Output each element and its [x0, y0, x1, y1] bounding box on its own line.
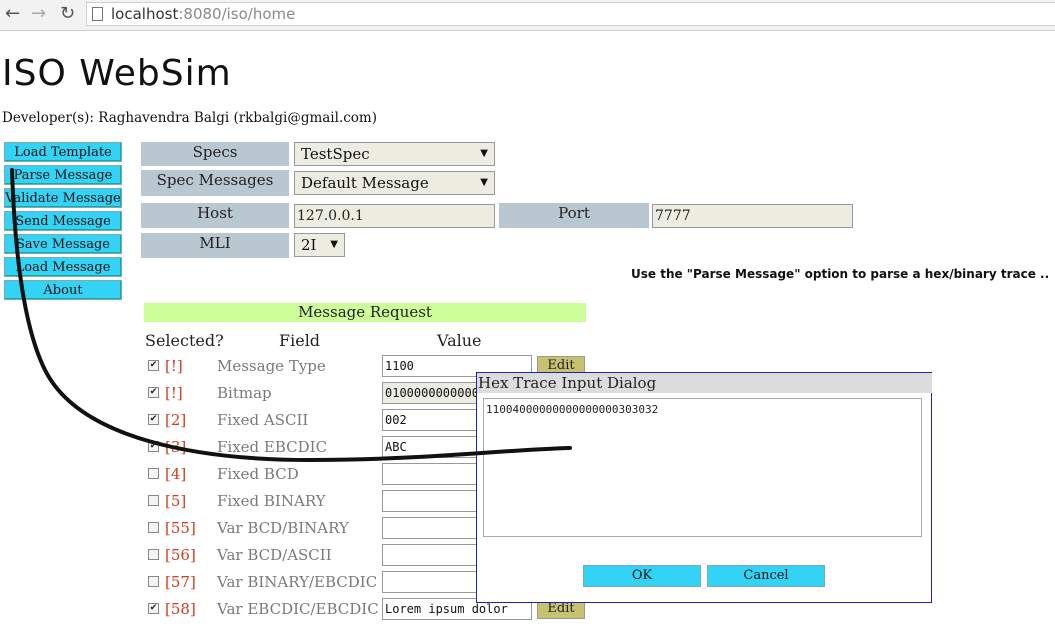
field-id-link[interactable]: [57]: [165, 573, 196, 591]
specs-select[interactable]: TestSpec ▼: [294, 142, 495, 166]
specs-label: Specs: [141, 142, 289, 166]
port-input[interactable]: 7777: [652, 204, 853, 228]
load-template-button[interactable]: Load Template: [4, 142, 122, 162]
dropdown-arrow-icon: ▼: [480, 148, 488, 159]
field-id-link[interactable]: [5]: [165, 492, 186, 510]
validate-message-button[interactable]: Validate Message: [4, 188, 122, 208]
browser-toolbar: ← → ↻ localhost:8080/iso/home: [0, 0, 1055, 31]
field-id-link[interactable]: [3]: [165, 438, 186, 456]
page-icon: [92, 7, 103, 21]
dropdown-arrow-icon: ▼: [480, 177, 488, 188]
parse-message-button[interactable]: Parse Message: [4, 165, 122, 185]
field-name: Fixed ASCII: [217, 411, 309, 429]
row-select-checkbox[interactable]: ✔: [148, 603, 159, 614]
field-name: Message Type: [217, 357, 326, 375]
row-select-checkbox[interactable]: [148, 576, 159, 587]
url-text: localhost:8080/iso/home: [111, 5, 295, 23]
row-select-checkbox[interactable]: ✔: [148, 387, 159, 398]
save-message-button[interactable]: Save Message: [4, 234, 122, 254]
about-button[interactable]: About: [4, 280, 122, 300]
url-path: :8080/iso/home: [178, 5, 296, 23]
field-name: Fixed BCD: [217, 465, 299, 483]
col-value-header: Value: [437, 331, 482, 350]
load-message-button[interactable]: Load Message: [4, 257, 122, 277]
developer-credit: Developer(s): Raghavendra Balgi (rkbalgi…: [2, 110, 377, 126]
field-name: Fixed EBCDIC: [217, 438, 328, 456]
field-id-link[interactable]: [58]: [165, 600, 196, 618]
address-bar[interactable]: localhost:8080/iso/home: [86, 2, 1055, 26]
field-name: Var BCD/BINARY: [217, 519, 349, 537]
hex-trace-dialog: Hex Trace Input Dialog 11004000000000000…: [476, 372, 932, 603]
row-select-checkbox[interactable]: ✔: [148, 441, 159, 452]
field-name: Fixed BINARY: [217, 492, 326, 510]
field-name: Var BCD/ASCII: [217, 546, 332, 564]
field-id-link[interactable]: [4]: [165, 465, 186, 483]
port-label: Port: [499, 203, 649, 228]
ok-button[interactable]: OK: [583, 565, 701, 587]
col-selected-header: Selected?: [145, 331, 224, 350]
spec-messages-label: Spec Messages: [141, 170, 289, 196]
url-host: localhost: [111, 5, 179, 23]
mli-select-value: 2I: [301, 236, 317, 254]
cancel-button[interactable]: Cancel: [707, 565, 825, 587]
app-title: ISO WebSim: [2, 53, 232, 94]
field-name: Var EBCDIC/EBCDIC: [217, 600, 379, 618]
field-id-link[interactable]: [56]: [165, 546, 196, 564]
message-request-header: Message Request: [144, 303, 586, 322]
field-id-link[interactable]: [2]: [165, 411, 186, 429]
spec-messages-select[interactable]: Default Message ▼: [294, 171, 495, 195]
row-select-checkbox[interactable]: ✔: [148, 414, 159, 425]
forward-arrow-icon[interactable]: →: [31, 3, 46, 25]
host-input[interactable]: 127.0.0.1: [294, 204, 495, 228]
row-select-checkbox[interactable]: [148, 522, 159, 533]
specs-select-value: TestSpec: [301, 145, 370, 163]
mli-select[interactable]: 2I ▼: [294, 233, 345, 257]
spec-messages-select-value: Default Message: [301, 174, 429, 192]
field-id-link[interactable]: [!]: [165, 384, 183, 402]
host-label: Host: [141, 203, 289, 228]
hex-trace-textarea[interactable]: 11004000000000000000303032: [483, 398, 922, 537]
row-select-checkbox[interactable]: ✔: [148, 360, 159, 371]
parse-hint: Use the "Parse Message" option to parse …: [631, 267, 1050, 281]
col-field-header: Field: [279, 331, 321, 350]
row-select-checkbox[interactable]: [148, 549, 159, 560]
reload-icon[interactable]: ↻: [60, 3, 75, 25]
field-id-link[interactable]: [!]: [165, 357, 183, 375]
back-arrow-icon[interactable]: ←: [5, 3, 20, 25]
dropdown-arrow-icon: ▼: [330, 239, 338, 250]
mli-label: MLI: [141, 233, 289, 258]
field-id-link[interactable]: [55]: [165, 519, 196, 537]
send-message-button[interactable]: Send Message: [4, 211, 122, 231]
row-select-checkbox[interactable]: [148, 468, 159, 479]
dialog-title[interactable]: Hex Trace Input Dialog: [477, 373, 932, 393]
row-select-checkbox[interactable]: [148, 495, 159, 506]
field-name: Bitmap: [217, 384, 272, 402]
field-name: Var BINARY/EBCDIC: [217, 573, 378, 591]
